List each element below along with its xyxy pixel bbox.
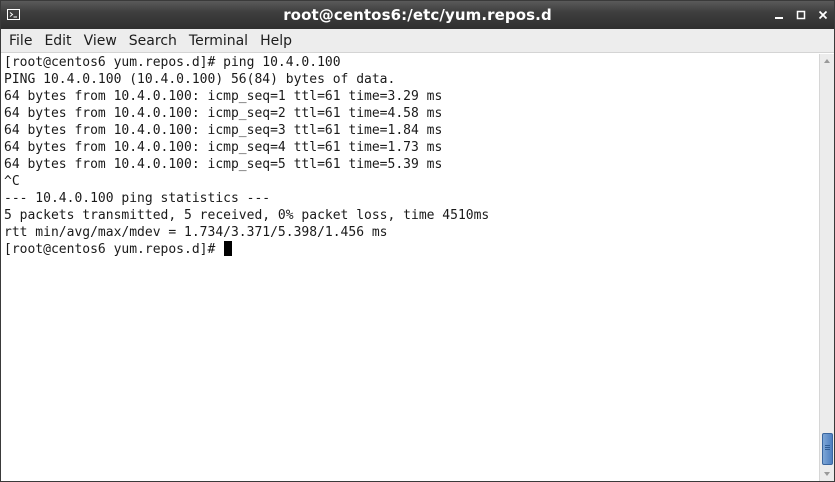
terminal-line-interrupt: ^C bbox=[4, 174, 20, 189]
maximize-icon bbox=[796, 10, 806, 20]
close-icon bbox=[818, 10, 828, 20]
menu-help[interactable]: Help bbox=[254, 29, 298, 53]
title-bar[interactable]: root@centos6:/etc/yum.repos.d bbox=[1, 1, 834, 29]
close-button[interactable] bbox=[812, 1, 834, 29]
terminal-line-ping-header: PING 10.4.0.100 (10.4.0.100) 56(84) byte… bbox=[4, 72, 396, 87]
maximize-button[interactable] bbox=[790, 1, 812, 29]
scroll-thumb[interactable] bbox=[822, 433, 833, 465]
terminal-prompt-line[interactable]: [root@centos6 yum.repos.d]# bbox=[1, 241, 819, 258]
terminal-output[interactable]: [root@centos6 yum.repos.d]# ping 10.4.0.… bbox=[1, 54, 819, 481]
terminal-line-reply: 64 bytes from 10.4.0.100: icmp_seq=2 ttl… bbox=[4, 106, 443, 121]
minimize-icon bbox=[775, 17, 783, 19]
scroll-up-button[interactable] bbox=[820, 54, 834, 68]
terminal-window: root@centos6:/etc/yum.repos.d File Edit … bbox=[0, 0, 835, 482]
terminal-line-reply: 64 bytes from 10.4.0.100: icmp_seq=4 ttl… bbox=[4, 140, 443, 155]
vertical-scrollbar[interactable] bbox=[819, 54, 834, 481]
scroll-down-button[interactable] bbox=[820, 467, 834, 481]
menu-file[interactable]: File bbox=[3, 29, 38, 53]
menu-search[interactable]: Search bbox=[123, 29, 183, 53]
minimize-button[interactable] bbox=[768, 1, 790, 29]
terminal-line-reply: 64 bytes from 10.4.0.100: icmp_seq=5 ttl… bbox=[4, 157, 443, 172]
arrow-up-icon bbox=[824, 59, 830, 63]
terminal-line-stats-rtt: rtt min/avg/max/mdev = 1.734/3.371/5.398… bbox=[4, 225, 388, 240]
arrow-down-icon bbox=[824, 472, 830, 476]
window-title: root@centos6:/etc/yum.repos.d bbox=[283, 6, 552, 24]
menu-terminal[interactable]: Terminal bbox=[183, 29, 254, 53]
terminal-line-reply: 64 bytes from 10.4.0.100: icmp_seq=1 ttl… bbox=[4, 89, 443, 104]
menu-edit[interactable]: Edit bbox=[38, 29, 77, 53]
terminal-line-stats-packets: 5 packets transmitted, 5 received, 0% pa… bbox=[4, 208, 490, 223]
window-controls bbox=[768, 1, 834, 29]
prompt-text: [root@centos6 yum.repos.d]# bbox=[4, 242, 224, 257]
menu-bar: File Edit View Search Terminal Help bbox=[1, 29, 834, 53]
menu-view[interactable]: View bbox=[78, 29, 123, 53]
text-cursor bbox=[224, 241, 233, 256]
terminal-line-command: [root@centos6 yum.repos.d]# ping 10.4.0.… bbox=[4, 55, 341, 70]
terminal-line-reply: 64 bytes from 10.4.0.100: icmp_seq=3 ttl… bbox=[4, 123, 443, 138]
terminal-line-stats-header: --- 10.4.0.100 ping statistics --- bbox=[4, 191, 271, 206]
